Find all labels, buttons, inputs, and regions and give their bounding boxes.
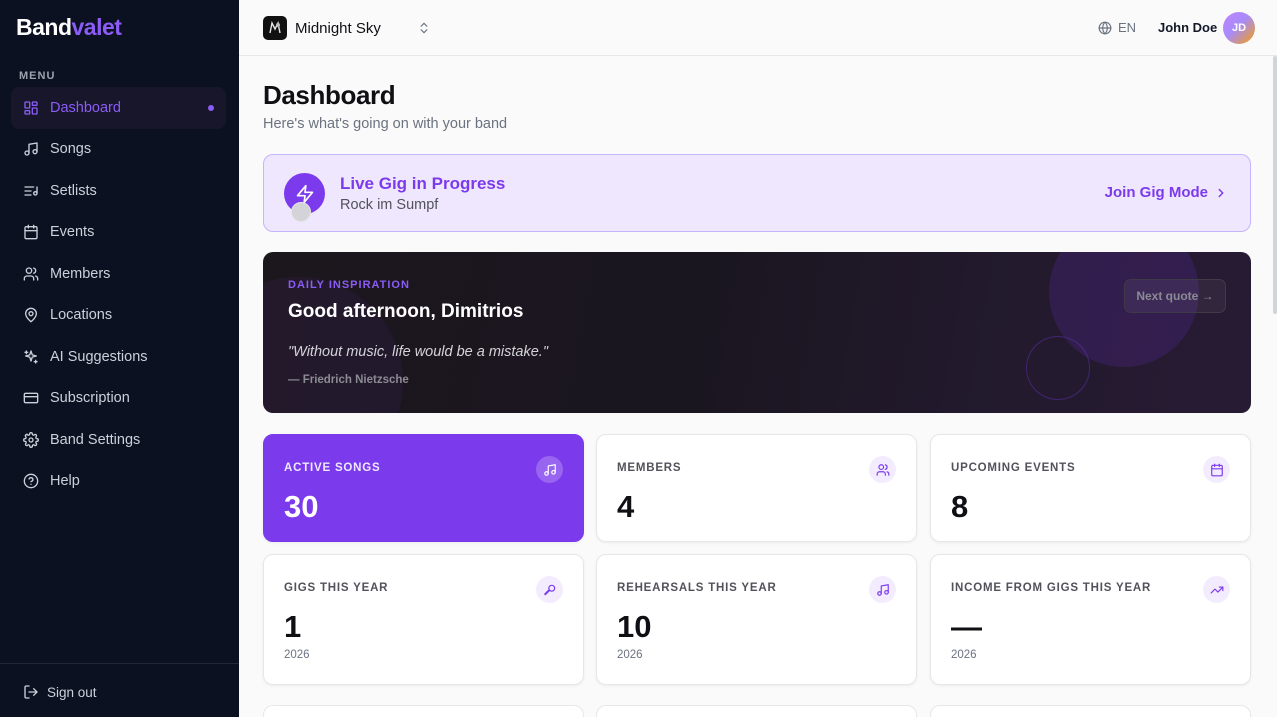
map-pin-icon bbox=[23, 307, 39, 323]
sidebar-item-label: Help bbox=[50, 473, 80, 490]
gig-venue: Rock im Sumpf bbox=[340, 197, 439, 213]
microphone-icon bbox=[536, 576, 563, 603]
stat-card-members[interactable]: MEMBERS 4 bbox=[596, 434, 917, 542]
page-title: Dashboard bbox=[263, 80, 396, 110]
gig-title: Live Gig in Progress bbox=[340, 174, 506, 193]
stat-value: 30 bbox=[284, 489, 319, 524]
users-icon bbox=[869, 456, 896, 483]
sparkles-icon bbox=[23, 349, 39, 365]
daily-inspiration-card: DAILY INSPIRATION Good afternoon, Dimitr… bbox=[263, 252, 1251, 413]
gear-icon bbox=[23, 431, 39, 448]
sidebar-item-label: Band Settings bbox=[50, 431, 141, 448]
live-gig-banner[interactable]: Live Gig in Progress Rock im Sumpf Join … bbox=[263, 154, 1251, 232]
sidebar-item-label: Subscription bbox=[50, 390, 130, 407]
sidebar-item-ai-suggestions[interactable]: AI Suggestions bbox=[11, 336, 226, 378]
dashboard-grid-icon bbox=[23, 100, 39, 116]
stat-label: REHEARSALS THIS YEAR bbox=[617, 582, 777, 594]
top-bar: Midnight Sky EN John Doe JD bbox=[239, 0, 1277, 56]
users-icon bbox=[23, 266, 39, 282]
page-subtitle: Here's what's going on with your band bbox=[263, 116, 508, 132]
logo-text-band: Band bbox=[16, 14, 72, 40]
sidebar-item-locations[interactable]: Locations bbox=[11, 295, 226, 337]
sidebar-item-members[interactable]: Members bbox=[11, 253, 226, 295]
stat-value: 10 bbox=[617, 609, 652, 644]
chevron-right-icon bbox=[1218, 188, 1224, 197]
language-code: EN bbox=[1118, 20, 1137, 35]
stat-card-partial bbox=[596, 705, 917, 717]
live-indicator bbox=[291, 202, 311, 222]
quote-author: — Friedrich Nietzsche bbox=[288, 374, 409, 386]
stat-card-income-from-gigs[interactable]: INCOME FROM GIGS THIS YEAR — 2026 bbox=[930, 554, 1251, 685]
band-switcher[interactable]: Midnight Sky bbox=[263, 16, 431, 40]
sidebar-item-help[interactable]: Help bbox=[11, 461, 226, 503]
sidebar: Bandvalet MENU Dashboard Songs Setlists bbox=[0, 0, 239, 717]
sidebar-item-label: Locations bbox=[50, 307, 113, 324]
stat-label: MEMBERS bbox=[617, 462, 682, 474]
menu-heading: MENU bbox=[19, 70, 56, 82]
stat-card-upcoming-events[interactable]: UPCOMING EVENTS 8 bbox=[930, 434, 1251, 542]
quote-text: "Without music, life would be a mistake.… bbox=[288, 344, 548, 360]
stat-label: INCOME FROM GIGS THIS YEAR bbox=[951, 582, 1152, 594]
sidebar-item-setlists[interactable]: Setlists bbox=[11, 170, 226, 212]
greeting: Good afternoon, Dimitrios bbox=[288, 301, 524, 322]
stat-label: UPCOMING EVENTS bbox=[951, 462, 1076, 474]
scrollbar[interactable] bbox=[1273, 56, 1277, 314]
sidebar-item-events[interactable]: Events bbox=[11, 212, 226, 254]
sign-out-label: Sign out bbox=[47, 684, 97, 700]
app-logo[interactable]: Bandvalet bbox=[16, 14, 122, 41]
list-music-icon bbox=[23, 183, 39, 199]
user-avatar[interactable]: JD bbox=[1223, 12, 1255, 44]
stat-label: GIGS THIS YEAR bbox=[284, 582, 389, 594]
calendar-icon bbox=[1203, 456, 1230, 483]
sidebar-nav: Dashboard Songs Setlists Events Members … bbox=[11, 87, 226, 502]
join-gig-mode-label: Join Gig Mode bbox=[1104, 184, 1208, 201]
sign-out-button[interactable]: Sign out bbox=[23, 684, 97, 700]
music-note-icon bbox=[869, 576, 896, 603]
stat-year: 2026 bbox=[617, 649, 643, 661]
logo-text-valet: valet bbox=[71, 14, 122, 40]
stat-card-partial bbox=[263, 705, 584, 717]
stat-value: 4 bbox=[617, 489, 635, 524]
band-avatar bbox=[263, 16, 287, 40]
sidebar-item-dashboard[interactable]: Dashboard bbox=[11, 87, 226, 129]
decorative-circle bbox=[1026, 336, 1090, 400]
stat-card-gigs-this-year[interactable]: GIGS THIS YEAR 1 2026 bbox=[263, 554, 584, 685]
music-note-icon bbox=[536, 456, 563, 483]
trending-up-icon bbox=[1203, 576, 1230, 603]
stat-label: ACTIVE SONGS bbox=[284, 462, 381, 474]
next-quote-button[interactable]: Next quote → bbox=[1124, 279, 1226, 313]
join-gig-mode-button[interactable]: Join Gig Mode bbox=[1105, 184, 1228, 201]
chevron-up-down-icon bbox=[420, 22, 428, 34]
sidebar-item-label: Dashboard bbox=[50, 99, 121, 116]
calendar-icon bbox=[23, 224, 39, 240]
sidebar-item-label: Setlists bbox=[50, 182, 97, 199]
stat-value: — bbox=[951, 609, 982, 644]
credit-card-icon bbox=[23, 390, 39, 406]
language-selector[interactable]: EN bbox=[1098, 20, 1136, 35]
sidebar-item-label: Events bbox=[50, 224, 95, 241]
band-name: Midnight Sky bbox=[295, 19, 381, 37]
logout-icon bbox=[24, 685, 38, 699]
stat-card-active-songs[interactable]: ACTIVE SONGS 30 bbox=[263, 434, 584, 542]
stat-value: 8 bbox=[951, 489, 969, 524]
sidebar-item-subscription[interactable]: Subscription bbox=[11, 378, 226, 420]
stat-year: 2026 bbox=[284, 649, 310, 661]
globe-icon bbox=[1098, 21, 1112, 34]
sidebar-item-label: AI Suggestions bbox=[50, 348, 148, 365]
sidebar-item-label: Songs bbox=[50, 141, 92, 158]
active-indicator-dot bbox=[208, 104, 214, 111]
help-circle-icon bbox=[23, 473, 39, 489]
sidebar-item-label: Members bbox=[50, 265, 111, 282]
stat-card-partial bbox=[930, 705, 1251, 717]
sidebar-item-band-settings[interactable]: Band Settings bbox=[11, 419, 226, 461]
stat-value: 1 bbox=[284, 609, 302, 644]
sidebar-footer: Sign out bbox=[0, 663, 239, 717]
sidebar-item-songs[interactable]: Songs bbox=[11, 129, 226, 171]
inspiration-label: DAILY INSPIRATION bbox=[288, 279, 410, 291]
stat-year: 2026 bbox=[951, 649, 977, 661]
music-note-icon bbox=[23, 141, 39, 157]
stat-card-rehearsals-this-year[interactable]: REHEARSALS THIS YEAR 10 2026 bbox=[596, 554, 917, 685]
user-name[interactable]: John Doe bbox=[1158, 20, 1217, 35]
